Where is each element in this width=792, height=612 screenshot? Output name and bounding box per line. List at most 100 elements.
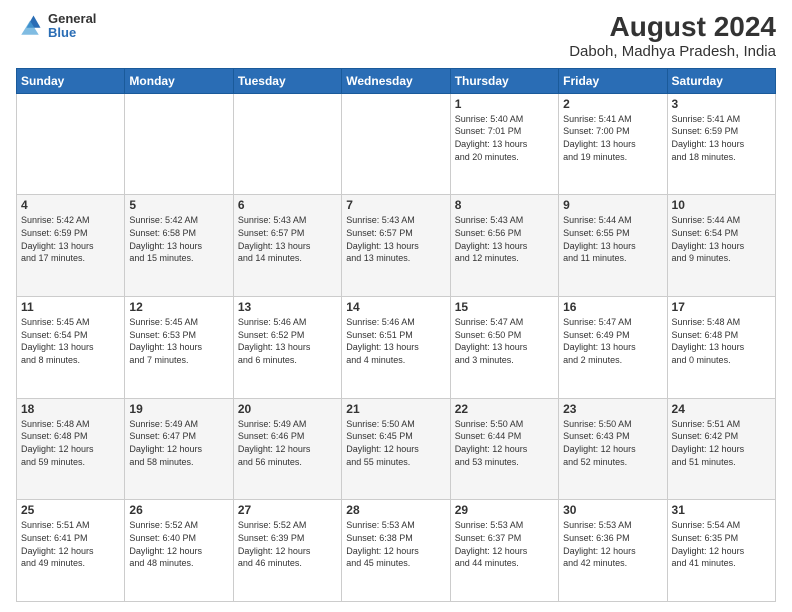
table-row: 4 Sunrise: 5:42 AM Sunset: 6:59 PM Daylig…	[17, 195, 125, 297]
day-number: 26	[129, 503, 228, 517]
calendar-week-row: 1 Sunrise: 5:40 AM Sunset: 7:01 PM Daylig…	[17, 93, 776, 195]
table-row: 10 Sunrise: 5:44 AM Sunset: 6:54 PM Dayli…	[667, 195, 775, 297]
day-info: Sunrise: 5:41 AM Sunset: 7:00 PM Dayligh…	[563, 113, 662, 163]
day-info: Sunrise: 5:46 AM Sunset: 6:52 PM Dayligh…	[238, 316, 337, 366]
day-info: Sunrise: 5:40 AM Sunset: 7:01 PM Dayligh…	[455, 113, 554, 163]
day-number: 10	[672, 198, 771, 212]
day-info: Sunrise: 5:43 AM Sunset: 6:56 PM Dayligh…	[455, 214, 554, 264]
day-info: Sunrise: 5:42 AM Sunset: 6:59 PM Dayligh…	[21, 214, 120, 264]
col-tuesday: Tuesday	[233, 68, 341, 93]
day-number: 5	[129, 198, 228, 212]
day-number: 4	[21, 198, 120, 212]
day-number: 16	[563, 300, 662, 314]
day-info: Sunrise: 5:45 AM Sunset: 6:54 PM Dayligh…	[21, 316, 120, 366]
calendar-header-row: Sunday Monday Tuesday Wednesday Thursday…	[17, 68, 776, 93]
day-info: Sunrise: 5:53 AM Sunset: 6:38 PM Dayligh…	[346, 519, 445, 569]
day-info: Sunrise: 5:48 AM Sunset: 6:48 PM Dayligh…	[672, 316, 771, 366]
table-row: 19Sunrise: 5:49 AM Sunset: 6:47 PM Dayli…	[125, 398, 233, 500]
day-number: 17	[672, 300, 771, 314]
day-number: 20	[238, 402, 337, 416]
day-info: Sunrise: 5:53 AM Sunset: 6:36 PM Dayligh…	[563, 519, 662, 569]
logo: General Blue	[16, 12, 96, 41]
table-row: 16 Sunrise: 5:47 AM Sunset: 6:49 PM Dayli…	[559, 297, 667, 399]
day-number: 9	[563, 198, 662, 212]
table-row: 8 Sunrise: 5:43 AM Sunset: 6:56 PM Daylig…	[450, 195, 558, 297]
table-row: 9 Sunrise: 5:44 AM Sunset: 6:55 PM Daylig…	[559, 195, 667, 297]
table-row	[125, 93, 233, 195]
calendar-week-row: 4 Sunrise: 5:42 AM Sunset: 6:59 PM Daylig…	[17, 195, 776, 297]
table-row: 28Sunrise: 5:53 AM Sunset: 6:38 PM Dayli…	[342, 500, 450, 602]
table-row: 17 Sunrise: 5:48 AM Sunset: 6:48 PM Dayli…	[667, 297, 775, 399]
calendar-week-row: 25Sunrise: 5:51 AM Sunset: 6:41 PM Dayli…	[17, 500, 776, 602]
logo-general-label: General	[48, 12, 96, 26]
day-info: Sunrise: 5:48 AM Sunset: 6:48 PM Dayligh…	[21, 418, 120, 468]
day-number: 18	[21, 402, 120, 416]
day-info: Sunrise: 5:50 AM Sunset: 6:43 PM Dayligh…	[563, 418, 662, 468]
day-info: Sunrise: 5:44 AM Sunset: 6:55 PM Dayligh…	[563, 214, 662, 264]
table-row: 13 Sunrise: 5:46 AM Sunset: 6:52 PM Dayli…	[233, 297, 341, 399]
day-info: Sunrise: 5:52 AM Sunset: 6:39 PM Dayligh…	[238, 519, 337, 569]
day-number: 29	[455, 503, 554, 517]
day-number: 15	[455, 300, 554, 314]
col-monday: Monday	[125, 68, 233, 93]
table-row: 21 Sunrise: 5:50 AM Sunset: 6:45 PM Dayli…	[342, 398, 450, 500]
day-info: Sunrise: 5:50 AM Sunset: 6:45 PM Dayligh…	[346, 418, 445, 468]
day-number: 12	[129, 300, 228, 314]
col-sunday: Sunday	[17, 68, 125, 93]
page: General Blue August 2024 Daboh, Madhya P…	[0, 0, 792, 612]
day-info: Sunrise: 5:47 AM Sunset: 6:49 PM Dayligh…	[563, 316, 662, 366]
day-number: 23	[563, 402, 662, 416]
day-number: 21	[346, 402, 445, 416]
day-number: 22	[455, 402, 554, 416]
day-number: 11	[21, 300, 120, 314]
day-number: 31	[672, 503, 771, 517]
table-row: 1 Sunrise: 5:40 AM Sunset: 7:01 PM Daylig…	[450, 93, 558, 195]
table-row: 3 Sunrise: 5:41 AM Sunset: 6:59 PM Daylig…	[667, 93, 775, 195]
col-wednesday: Wednesday	[342, 68, 450, 93]
day-info: Sunrise: 5:44 AM Sunset: 6:54 PM Dayligh…	[672, 214, 771, 264]
table-row: 29Sunrise: 5:53 AM Sunset: 6:37 PM Dayli…	[450, 500, 558, 602]
header: General Blue August 2024 Daboh, Madhya P…	[16, 12, 776, 60]
col-friday: Friday	[559, 68, 667, 93]
title-block: August 2024 Daboh, Madhya Pradesh, India	[569, 12, 776, 60]
day-number: 3	[672, 97, 771, 111]
day-number: 8	[455, 198, 554, 212]
day-info: Sunrise: 5:49 AM Sunset: 6:46 PM Dayligh…	[238, 418, 337, 468]
day-info: Sunrise: 5:42 AM Sunset: 6:58 PM Dayligh…	[129, 214, 228, 264]
logo-blue-label: Blue	[48, 26, 96, 40]
day-number: 7	[346, 198, 445, 212]
day-info: Sunrise: 5:49 AM Sunset: 6:47 PM Dayligh…	[129, 418, 228, 468]
day-info: Sunrise: 5:54 AM Sunset: 6:35 PM Dayligh…	[672, 519, 771, 569]
day-info: Sunrise: 5:47 AM Sunset: 6:50 PM Dayligh…	[455, 316, 554, 366]
day-info: Sunrise: 5:45 AM Sunset: 6:53 PM Dayligh…	[129, 316, 228, 366]
day-number: 6	[238, 198, 337, 212]
day-number: 13	[238, 300, 337, 314]
logo-text: General Blue	[48, 12, 96, 41]
table-row: 7Sunrise: 5:43 AM Sunset: 6:57 PM Daylig…	[342, 195, 450, 297]
day-number: 27	[238, 503, 337, 517]
logo-icon	[16, 12, 44, 40]
day-number: 25	[21, 503, 120, 517]
day-info: Sunrise: 5:43 AM Sunset: 6:57 PM Dayligh…	[238, 214, 337, 264]
day-number: 30	[563, 503, 662, 517]
table-row: 5 Sunrise: 5:42 AM Sunset: 6:58 PM Daylig…	[125, 195, 233, 297]
table-row: 15 Sunrise: 5:47 AM Sunset: 6:50 PM Dayli…	[450, 297, 558, 399]
table-row	[342, 93, 450, 195]
day-number: 14	[346, 300, 445, 314]
calendar-subtitle: Daboh, Madhya Pradesh, India	[569, 43, 776, 60]
day-info: Sunrise: 5:52 AM Sunset: 6:40 PM Dayligh…	[129, 519, 228, 569]
calendar-title: August 2024	[569, 12, 776, 43]
table-row: 14 Sunrise: 5:46 AM Sunset: 6:51 PM Dayli…	[342, 297, 450, 399]
day-info: Sunrise: 5:41 AM Sunset: 6:59 PM Dayligh…	[672, 113, 771, 163]
col-saturday: Saturday	[667, 68, 775, 93]
col-thursday: Thursday	[450, 68, 558, 93]
day-number: 24	[672, 402, 771, 416]
day-info: Sunrise: 5:46 AM Sunset: 6:51 PM Dayligh…	[346, 316, 445, 366]
table-row: 27 Sunrise: 5:52 AM Sunset: 6:39 PM Dayli…	[233, 500, 341, 602]
table-row: 22 Sunrise: 5:50 AM Sunset: 6:44 PM Dayli…	[450, 398, 558, 500]
calendar-week-row: 11 Sunrise: 5:45 AM Sunset: 6:54 PM Dayli…	[17, 297, 776, 399]
table-row: 24Sunrise: 5:51 AM Sunset: 6:42 PM Dayli…	[667, 398, 775, 500]
day-info: Sunrise: 5:50 AM Sunset: 6:44 PM Dayligh…	[455, 418, 554, 468]
day-number: 1	[455, 97, 554, 111]
table-row: 26 Sunrise: 5:52 AM Sunset: 6:40 PM Dayli…	[125, 500, 233, 602]
